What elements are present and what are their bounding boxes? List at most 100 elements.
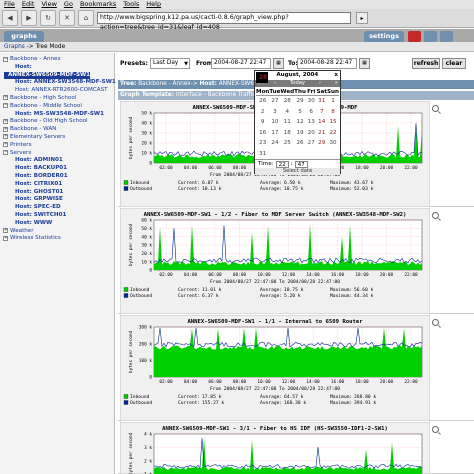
calendar-day[interactable]: 27: [306, 138, 317, 149]
tab-settings[interactable]: settings: [364, 31, 404, 42]
zoom-icon[interactable]: [432, 426, 439, 433]
calendar-day[interactable]: 30: [306, 96, 317, 107]
calendar-day[interactable]: 24: [269, 138, 280, 149]
calendar-icon[interactable]: ▦: [273, 58, 284, 69]
tree-host[interactable]: Host: GHOST01: [0, 189, 114, 197]
collapse-icon[interactable]: −: [3, 150, 8, 156]
tree-branch[interactable]: + Printers: [0, 142, 114, 150]
close-icon[interactable]: x: [334, 71, 338, 80]
collapse-icon[interactable]: −: [3, 56, 8, 62]
from-date-input[interactable]: 2004-08-27 22:47: [211, 58, 271, 69]
hour-input[interactable]: 22: [275, 160, 289, 168]
expand-icon[interactable]: +: [3, 95, 8, 101]
calendar-day[interactable]: 13: [306, 117, 317, 128]
calendar-icon[interactable]: ▦: [359, 58, 370, 69]
minute-input[interactable]: 47: [294, 160, 308, 168]
tree-host[interactable]: Host:: [0, 64, 114, 72]
calendar-nav-item[interactable]: ›: [319, 80, 321, 87]
tree-branch[interactable]: + Backbone - WAN: [0, 126, 114, 134]
rrd-graph[interactable]: ANNEX-SW6509-MDF-SW1 - 3/1 - Fiber to HS…: [118, 422, 474, 474]
calendar-day[interactable]: 6: [306, 107, 317, 118]
preview-view-icon[interactable]: [440, 31, 453, 42]
forward-icon[interactable]: ▶: [21, 10, 37, 26]
expand-icon[interactable]: +: [3, 118, 8, 124]
rrd-graph[interactable]: ANNEX-SW6509-MDF-SW1 - 1/2 - Fiber to MD…: [118, 208, 474, 314]
go-button[interactable]: ▸: [356, 12, 368, 24]
tree-host[interactable]: Host: BACKUP01: [0, 165, 114, 173]
tree-host[interactable]: Host: CITRIX01: [0, 181, 114, 189]
tree-host[interactable]: Host: ANNEX-SW3548-MDF-SW1: [0, 79, 116, 87]
calendar-nav-item[interactable]: »: [335, 80, 338, 87]
calendar-day[interactable]: 15: [327, 117, 339, 128]
collapse-icon[interactable]: −: [3, 103, 8, 109]
calendar-day[interactable]: 17: [269, 128, 280, 139]
to-date-input[interactable]: 2004-08-28 22:47: [297, 58, 357, 69]
calendar-day[interactable]: 14: [316, 117, 327, 128]
tree-branch[interactable]: − Backbone - Middle School: [0, 103, 114, 111]
menu-item-file[interactable]: File: [4, 0, 15, 9]
tree-host[interactable]: Host: GRPWISE: [0, 196, 114, 204]
expand-icon[interactable]: +: [3, 228, 8, 234]
calendar-day[interactable]: 27: [269, 96, 280, 107]
tab-graphs[interactable]: graphs: [4, 31, 44, 42]
refresh-button[interactable]: refresh: [412, 58, 440, 69]
calendar-day[interactable]: 25: [280, 138, 294, 149]
tree-host[interactable]: Host: ANNEX-RTR2600-COMCAST: [0, 87, 114, 95]
tree-host[interactable]: Host: WWW: [0, 220, 114, 228]
calendar-day[interactable]: 5: [294, 107, 306, 118]
stop-icon[interactable]: ✕: [59, 10, 75, 26]
expand-icon[interactable]: +: [3, 126, 8, 132]
tree-branch[interactable]: − Backbone - Annex: [0, 56, 114, 64]
tree-host[interactable]: Host: SWITCH01: [0, 212, 114, 220]
calendar-day[interactable]: 9: [256, 117, 269, 128]
presets-select[interactable]: Last Day ▼: [150, 58, 190, 69]
calendar-day[interactable]: 19: [294, 128, 306, 139]
calendar-day[interactable]: 18: [280, 128, 294, 139]
calendar-day[interactable]: 30: [327, 138, 339, 149]
url-input[interactable]: http://www.bigspring.k12.pa.us/cacti-0.8…: [97, 12, 351, 31]
calendar-day[interactable]: 26: [256, 96, 269, 107]
clear-button[interactable]: clear: [442, 58, 466, 69]
menu-item-bookmarks[interactable]: Bookmarks: [80, 0, 116, 9]
reload-icon[interactable]: ↻: [40, 10, 56, 26]
zoom-icon[interactable]: [432, 105, 439, 112]
tree-host[interactable]: Host: SPEC-ED: [0, 204, 114, 212]
calendar-day[interactable]: 29: [294, 96, 306, 107]
tree-branch[interactable]: + Backbone - High School: [0, 95, 114, 103]
tree-branch[interactable]: + Elementary Servers: [0, 134, 114, 142]
calendar-day[interactable]: 29: [316, 138, 327, 149]
calendar-day[interactable]: 28: [256, 72, 269, 83]
menu-item-go[interactable]: Go: [64, 0, 73, 9]
tree-host[interactable]: ANNEX-SW6509-MDF-SW1: [4, 71, 90, 80]
breadcrumb-graphs-link[interactable]: Graphs: [4, 44, 25, 50]
calendar-day[interactable]: 4: [280, 107, 294, 118]
list-view-icon[interactable]: [424, 31, 437, 42]
calendar-day[interactable]: 26: [294, 138, 306, 149]
calendar-day[interactable]: 20: [306, 128, 317, 139]
expand-icon[interactable]: +: [3, 134, 8, 140]
calendar-nav-item[interactable]: ‹: [274, 80, 276, 87]
calendar-day[interactable]: 10: [269, 117, 280, 128]
zoom-icon[interactable]: [432, 212, 439, 219]
back-icon[interactable]: ◀: [2, 10, 18, 26]
calendar-day[interactable]: 2: [256, 107, 269, 118]
tree-view-icon[interactable]: [408, 31, 421, 42]
tree-branch[interactable]: + Backbone - Old High School: [0, 118, 114, 126]
home-icon[interactable]: ⌂: [78, 10, 94, 26]
tree-branch[interactable]: + Wireless Statistics: [0, 235, 114, 243]
calendar-day[interactable]: 23: [256, 138, 269, 149]
calendar-day[interactable]: 28: [280, 96, 294, 107]
calendar-day[interactable]: 22: [327, 128, 339, 139]
calendar-popup[interactable]: ? August, 2004 x «‹Today›» MonTueWedThuF…: [254, 70, 341, 175]
zoom-icon[interactable]: [432, 319, 439, 326]
calendar-day[interactable]: 31: [316, 96, 327, 107]
menu-item-view[interactable]: View: [41, 0, 56, 9]
calendar-day[interactable]: 16: [256, 128, 269, 139]
menu-item-tools[interactable]: Tools: [123, 0, 139, 9]
calendar-day[interactable]: 3: [269, 107, 280, 118]
menu-item-edit[interactable]: Edit: [22, 0, 35, 9]
tree-host[interactable]: Host: ADMIN01: [0, 157, 114, 165]
calendar-day[interactable]: 21: [316, 128, 327, 139]
calendar-nav-item[interactable]: Today: [290, 80, 305, 87]
rrd-graph[interactable]: ANNEX-SW6509-MDF-SW1 - 1/1 - Internal to…: [118, 315, 474, 421]
